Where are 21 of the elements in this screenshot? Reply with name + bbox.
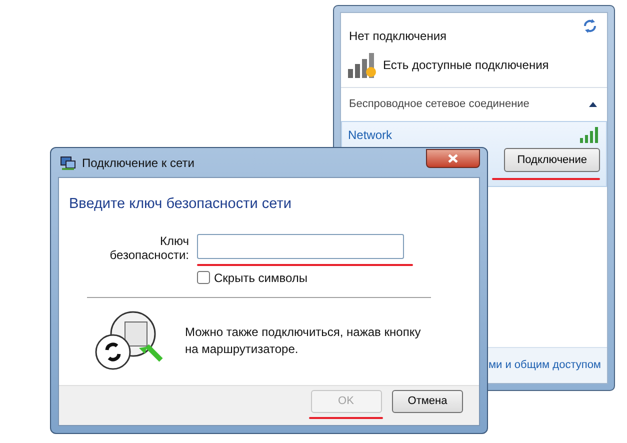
hide-chars-checkbox[interactable]: [197, 271, 210, 284]
status-title: Нет подключения: [349, 28, 447, 45]
close-button[interactable]: [426, 149, 480, 168]
window-title: Подключение к сети: [82, 154, 194, 172]
dialog-heading: Введите ключ безопасности сети: [69, 195, 292, 214]
available-text: Есть доступные подключения: [383, 57, 549, 74]
refresh-icon[interactable]: [583, 19, 597, 33]
cancel-button[interactable]: Отмена: [392, 390, 463, 413]
caret-icon[interactable]: [589, 102, 597, 107]
hide-chars-label: Скрыть символы: [214, 270, 308, 287]
hint-text: Можно также подключиться, нажав кнопку на маршрутизаторе.: [185, 324, 422, 358]
connect-button[interactable]: Подключение: [504, 148, 600, 172]
network-name: Network: [348, 126, 392, 144]
key-label: Ключ безопасности:: [108, 234, 189, 262]
signal-icon: [580, 126, 600, 142]
signal-icon: [347, 51, 379, 79]
router-button-icon: [95, 310, 163, 372]
network-icon: [60, 154, 76, 170]
section-title: Беспроводное сетевое соединение: [349, 97, 530, 112]
key-field[interactable]: [197, 234, 404, 259]
close-icon: [448, 154, 458, 163]
